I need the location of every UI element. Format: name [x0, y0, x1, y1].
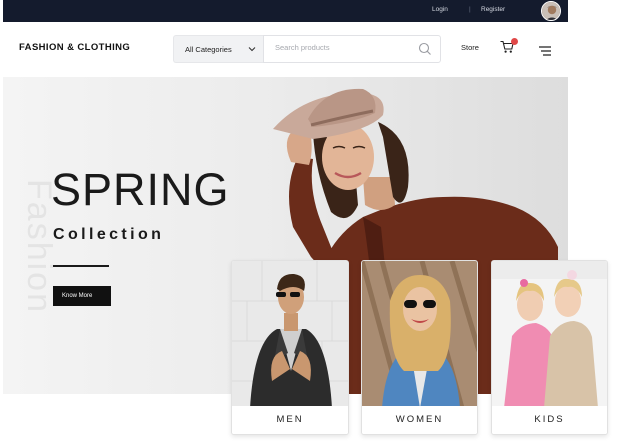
category-label-kids: KIDS — [492, 406, 607, 434]
category-label-men: MEN — [232, 406, 348, 434]
category-card-kids[interactable]: KIDS — [491, 260, 608, 435]
top-bar: Login | Register — [3, 0, 568, 22]
category-image-men — [232, 261, 348, 408]
category-card-men[interactable]: MEN — [231, 260, 349, 435]
chevron-down-icon — [247, 42, 257, 61]
search-box — [263, 35, 441, 63]
brand-logo[interactable]: FASHION & CLOTHING — [19, 42, 130, 53]
store-link[interactable]: Store — [461, 43, 479, 52]
login-link[interactable]: Login — [432, 6, 448, 13]
search-icon[interactable] — [418, 42, 432, 61]
hero-subtitle: Collection — [53, 226, 165, 243]
hero-divider — [53, 265, 109, 267]
topbar-separator: | — [469, 6, 471, 13]
cart-badge — [511, 38, 518, 45]
user-avatar-icon[interactable] — [541, 1, 561, 21]
register-link[interactable]: Register — [481, 6, 505, 13]
category-select[interactable]: All Categories — [173, 35, 263, 63]
category-card-women[interactable]: WOMEN — [361, 260, 478, 435]
category-image-kids — [492, 261, 607, 408]
hero-title: SPRING — [51, 164, 230, 215]
hamburger-menu-icon[interactable] — [539, 43, 551, 61]
category-image-women — [362, 261, 477, 409]
know-more-button[interactable]: Know More — [53, 286, 111, 306]
search-input[interactable] — [275, 43, 405, 52]
main-header: FASHION & CLOTHING All Categories Store — [3, 22, 568, 76]
category-select-value: All Categories — [185, 45, 232, 54]
category-label-women: WOMEN — [362, 406, 477, 434]
